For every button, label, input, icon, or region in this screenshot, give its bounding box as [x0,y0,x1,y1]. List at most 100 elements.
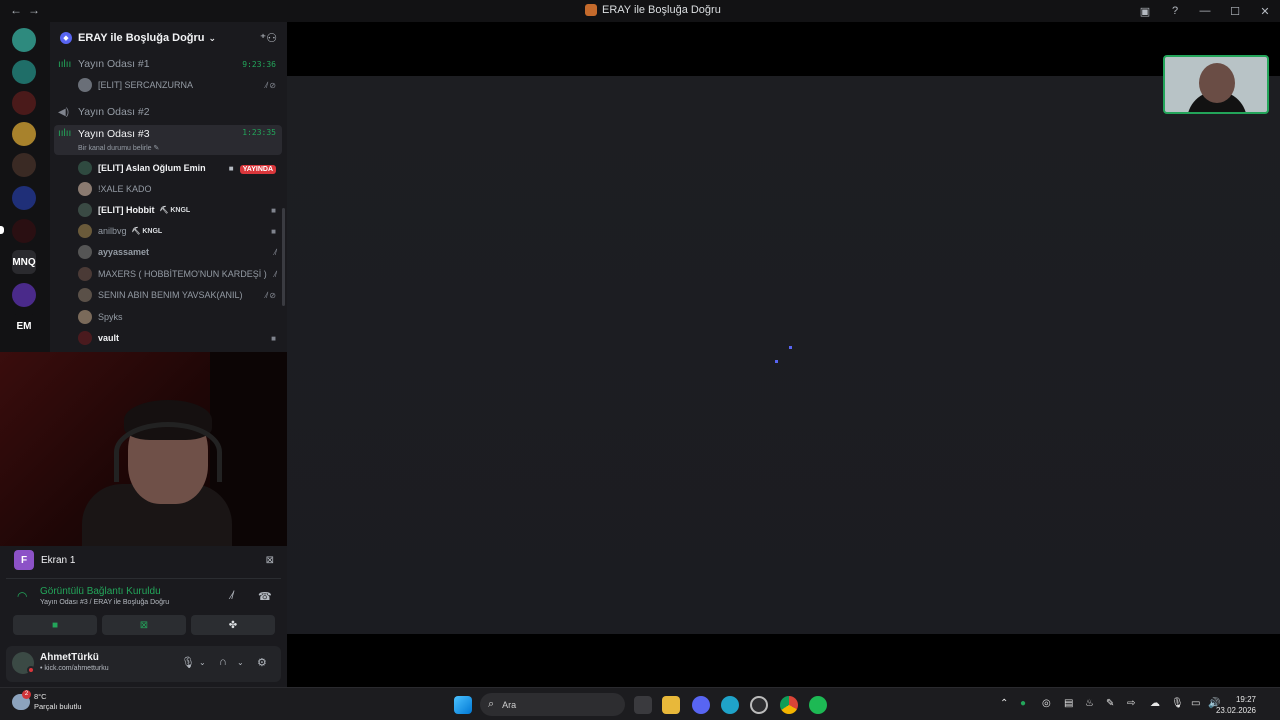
voice-status: Görüntülü Bağlantı Kuruldu [40,586,161,597]
voice-channel-1[interactable]: ıılıı Yayın Odası #1 9:23:36 [54,54,282,74]
signal-icon[interactable]: ◠ [17,589,27,603]
gear-icon[interactable]: ⚙ [257,656,267,669]
server-icon[interactable] [12,60,36,84]
clock[interactable]: 19:27 23.02.2026 [1216,694,1256,716]
channel-timer: 1:23:35 [242,128,276,137]
tray-app-icon[interactable]: ● [1020,698,1026,709]
voice-connection-panel: ◠ Görüntülü Bağlantı Kuruldu Yayın Odası… [6,578,281,640]
channel-timer: 9:23:36 [242,59,276,69]
member-name: [ELIT] Hobbit [98,205,155,215]
network-icon[interactable]: ▭ [1191,698,1200,709]
member-item[interactable]: ayyassamet ⁄̸ [78,242,282,262]
avatar [78,78,92,92]
user-status: • kick.com/ahmetturku [40,665,109,672]
member-name: anilbvg [98,226,127,236]
voice-location[interactable]: Yayın Odası #3 / ERAY ile Boşluğa Doğru [40,599,169,606]
server-em-icon[interactable]: EM [12,314,36,338]
camera-live-icons: ■ YAYINDA [229,164,276,174]
weather-widget[interactable]: 2 8°C Parçalı bulutlu [12,690,82,712]
maximize-button[interactable]: ☐ [1220,5,1250,18]
headphones-icon[interactable]: ∩ [219,656,227,668]
member-item[interactable]: !XALE KADO [78,179,282,199]
chevron-down-icon[interactable]: ⌄ [199,658,206,667]
server-v-icon[interactable] [12,219,36,243]
camera-icon: ■ [271,333,276,343]
screen-share-row[interactable]: F Ekran 1 ⊠ [14,549,274,571]
member-item[interactable]: SENIN ABIN BENIM YAVSAK(ANIL) ⁄̸ ⊘ [78,285,282,305]
close-button[interactable]: ✕ [1250,5,1280,18]
file-explorer-icon[interactable] [662,696,680,714]
voice-channel-2[interactable]: ◀) Yayın Odası #2 [54,102,282,122]
weather-text: Parçalı bulutlu [34,702,82,711]
forward-icon[interactable]: → [28,3,46,17]
obs-icon[interactable] [750,696,768,714]
search-placeholder: Ara [502,699,517,710]
chevron-down-icon: ⌄ [208,32,217,43]
server-header[interactable]: ◆ ERAY ile Boşluğa Doğru ⌄ ⁺⚇ [50,22,287,54]
stop-share-icon[interactable]: ⊠ [266,555,274,566]
server-emblem-icon[interactable] [12,186,36,210]
edge-icon[interactable] [721,696,739,714]
server-staff-icon[interactable] [12,28,36,52]
member-item[interactable]: anilbvg ⛏ KNGL ■ [78,221,282,241]
member-item[interactable]: [ELIT] SERCANZURNA ⁄̸ ⊘ [78,75,282,95]
notification-badge: 2 [22,690,31,699]
avatar [78,331,92,345]
task-view-icon[interactable] [634,696,652,714]
spotify-icon[interactable] [809,696,827,714]
chevron-up-icon[interactable]: ⌃ [1000,698,1008,709]
sidebar-scrollbar[interactable] [282,208,285,306]
tray-app-icon[interactable]: ⇨ [1127,698,1135,709]
member-item[interactable]: vault ■ [78,328,282,348]
member-item[interactable]: Spyks [78,307,282,327]
stream-stage[interactable] [287,76,1280,634]
inbox-icon[interactable]: ▣ [1130,5,1160,18]
disconnect-icon[interactable]: ☎ [258,590,272,603]
pip-video-tile[interactable] [1163,55,1269,114]
server-avatar-icon[interactable] [12,153,36,177]
back-icon[interactable]: ← [10,3,28,17]
steam-icon[interactable]: ♨ [1085,698,1094,709]
screen-share-button[interactable]: ⊠ [102,615,186,635]
member-item[interactable]: [ELIT] Hobbit ⛏ KNGL ■ [78,200,282,220]
server-purple-icon[interactable] [12,283,36,307]
screen-share-icon: ⊠ [139,619,149,631]
server-rail: MNQ EM [0,22,50,352]
tray-app-icon[interactable]: ◎ [1042,698,1051,709]
pip-person-head [1199,63,1235,103]
tray-app-icon[interactable]: ✎ [1106,698,1114,709]
member-item[interactable]: MAXERS ( HOBBİTEMO'NUN KARDEŞİ ) ⁄̸ [78,264,282,284]
minimize-button[interactable]: — [1190,5,1220,17]
noise-suppression-icon[interactable]: ⁄̸ [231,590,233,602]
clan-tag: ⛏ KNGL [159,207,191,214]
tray-app-icon[interactable]: ☁ [1150,698,1160,709]
avatar [78,182,92,196]
chrome-icon[interactable] [780,696,798,714]
nav-arrows[interactable]: ←→ [10,3,46,17]
person-add-icon[interactable]: ⁺⚇ [260,31,277,45]
microphone-icon[interactable]: 🎙 [1171,698,1184,709]
chevron-down-icon[interactable]: ⌄ [237,658,244,667]
boost-badge-icon: ◆ [60,32,72,44]
server-mnq-icon[interactable]: MNQ [12,250,36,274]
username[interactable]: AhmetTürkü [40,652,99,663]
help-icon[interactable]: ? [1160,5,1190,17]
member-item[interactable]: [ELIT] Aslan Oğlum Emin ■ YAYINDA [78,158,282,178]
activities-button[interactable]: ✤ [191,615,275,635]
cloud-icon: 2 [12,690,31,710]
channel-status[interactable]: Bir kanal durumu belirle ✎ [78,144,159,152]
tray-app-icon[interactable]: ▤ [1064,698,1073,709]
start-icon[interactable] [454,696,472,714]
search-input[interactable]: ⌕ Ara [480,693,625,716]
microphone-icon[interactable]: 🎙 [181,656,195,669]
camera-icon: ■ [271,205,276,215]
screen-avatar: F [14,550,34,570]
voice-active-icon: ıılıı [58,58,72,70]
camera-icon: ■ [51,619,59,631]
discord-icon[interactable] [692,696,710,714]
voice-channel-3[interactable]: ıılıı Yayın Odası #3 1:23:35 Bir kanal d… [54,125,282,155]
server-dragon-icon[interactable] [12,91,36,115]
camera-button[interactable]: ■ [13,615,97,635]
server-star-icon[interactable] [12,122,36,146]
member-name: vault [98,333,120,343]
